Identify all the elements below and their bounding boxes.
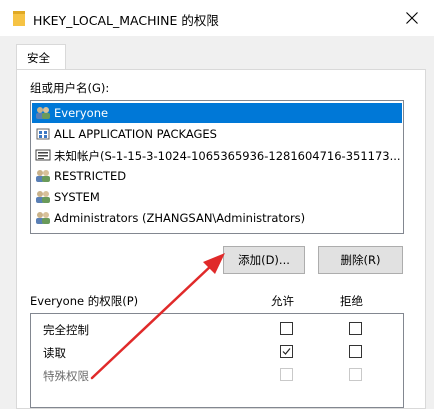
user-name: SYSTEM: [54, 190, 100, 204]
users-group-icon: [36, 170, 50, 182]
close-icon: [406, 12, 418, 24]
add-button[interactable]: 添加(D)...: [223, 246, 305, 274]
user-name: RESTRICTED: [54, 169, 127, 183]
permission-name: 读取: [43, 346, 66, 360]
permission-row-special: 特殊权限: [31, 364, 403, 386]
tab-security[interactable]: 安全: [16, 44, 66, 70]
window-title: HKEY_LOCAL_MACHINE 的权限: [33, 13, 219, 28]
user-name: Administrators (ZHANGSAN\Administrators): [54, 211, 306, 225]
package-icon: [36, 128, 50, 140]
user-item-unknown-account[interactable]: 未知帐户(S-1-15-3-1024-1065365936-1281604716…: [32, 145, 402, 165]
users-group-icon: [36, 107, 50, 119]
group-users-label: 组或用户名(G):: [30, 81, 110, 95]
user-item-restricted[interactable]: RESTRICTED: [32, 166, 402, 186]
tab-security-label: 安全: [27, 51, 50, 65]
users-group-icon: [36, 212, 50, 224]
user-name: ALL APPLICATION PACKAGES: [54, 127, 217, 141]
allow-checkbox-full-control[interactable]: [280, 322, 293, 335]
title-bar: HKEY_LOCAL_MACHINE 的权限: [0, 0, 434, 36]
permission-row-full-control: 完全控制: [31, 318, 403, 340]
allow-checkbox-special: [280, 368, 293, 381]
permissions-list: 完全控制 读取 特殊权限: [30, 313, 404, 408]
permissions-label: Everyone 的权限(P): [30, 294, 139, 308]
allow-column-header: 允许: [271, 294, 294, 308]
folder-icon: [13, 11, 25, 26]
user-list[interactable]: Everyone ALL APPLICATION PACKAGES 未知帐户(S…: [30, 100, 404, 234]
user-item-system[interactable]: SYSTEM: [32, 187, 402, 207]
user-name: Everyone: [54, 106, 109, 120]
permission-row-read: 读取: [31, 341, 403, 363]
user-item-all-application-packages[interactable]: ALL APPLICATION PACKAGES: [32, 124, 402, 144]
permission-name: 完全控制: [43, 323, 89, 337]
deny-checkbox-read[interactable]: [349, 345, 362, 358]
checkmark-icon: [282, 348, 291, 355]
permission-name: 特殊权限: [43, 369, 89, 383]
user-name: 未知帐户(S-1-15-3-1024-1065365936-1281604716…: [54, 149, 401, 163]
deny-checkbox-special: [349, 368, 362, 381]
unknown-account-icon: [35, 149, 51, 161]
deny-column-header: 拒绝: [340, 294, 363, 308]
user-item-everyone[interactable]: Everyone: [32, 103, 402, 123]
close-button[interactable]: [390, 0, 434, 36]
allow-checkbox-read[interactable]: [280, 345, 293, 358]
user-item-administrators[interactable]: Administrators (ZHANGSAN\Administrators): [32, 208, 402, 228]
users-group-icon: [36, 191, 50, 203]
deny-checkbox-full-control[interactable]: [349, 322, 362, 335]
remove-button[interactable]: 删除(R): [318, 246, 403, 274]
